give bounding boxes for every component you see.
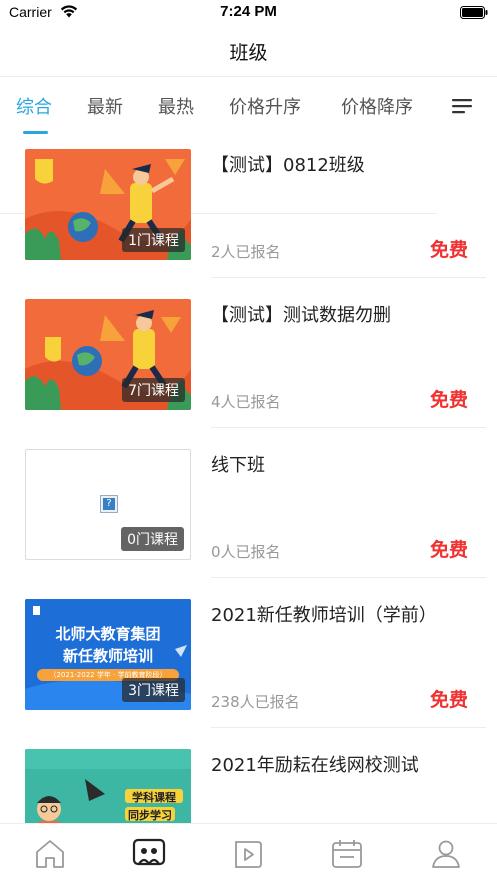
course-count-badge: 1门课程 — [122, 228, 185, 252]
class-list: 1门课程 【测试】0812班级 2人已报名 免费 7门课程 【测试】测试数据勿删… — [0, 137, 497, 823]
battery-icon — [460, 6, 488, 19]
tab-hottest[interactable]: 最热 — [158, 93, 194, 119]
class-card[interactable]: ? 0门课程 线下班 0人已报名 免费 — [0, 437, 497, 587]
item-divider — [211, 727, 486, 728]
class-thumbnail: 学科课程 同步学习 — [25, 749, 191, 823]
home-icon[interactable] — [32, 836, 68, 872]
class-card[interactable]: 学科课程 同步学习 2021年励耘在线网校测试 — [0, 737, 497, 823]
video-icon[interactable] — [230, 836, 266, 872]
class-title: 线下班 — [211, 455, 265, 476]
class-title: 【测试】0812班级 — [211, 155, 365, 176]
sort-tabs: 综合 最新 最热 价格升序 价格降序 — [0, 77, 497, 214]
enrolled-count: 2人已报名 — [211, 243, 281, 261]
tab-comprehensive[interactable]: 综合 — [16, 93, 52, 119]
course-count-badge: 3门课程 — [122, 678, 185, 702]
class-card[interactable]: 1门课程 【测试】0812班级 2人已报名 免费 — [0, 137, 497, 287]
class-card[interactable]: 7门课程 【测试】测试数据勿删 4人已报名 免费 — [0, 287, 497, 437]
calendar-icon[interactable] — [329, 836, 365, 872]
bottom-tab-bar — [0, 823, 497, 883]
tab-price-desc[interactable]: 价格降序 — [341, 93, 413, 119]
price-label: 免费 — [430, 539, 469, 561]
class-thumbnail: ? 0门课程 — [25, 449, 191, 560]
class-thumbnail: 北师大教育集团 新任教师培训 （2021-2022 学年 · 学前教育阶段） 3… — [25, 599, 191, 710]
tab-price-asc[interactable]: 价格升序 — [229, 93, 301, 119]
item-divider — [211, 427, 486, 428]
banner-line1-text: 学科课程 — [132, 791, 176, 804]
enrolled-count: 238人已报名 — [211, 693, 300, 711]
class-icon[interactable] — [131, 836, 167, 872]
class-card[interactable]: 北师大教育集团 新任教师培训 （2021-2022 学年 · 学前教育阶段） 3… — [0, 587, 497, 737]
price-label: 免费 — [430, 689, 469, 711]
broken-image-icon: ? — [100, 495, 118, 513]
price-label: 免费 — [430, 239, 469, 261]
class-thumbnail: 1门课程 — [25, 149, 191, 260]
class-title: 【测试】测试数据勿删 — [211, 305, 391, 326]
enrolled-count: 4人已报名 — [211, 393, 281, 411]
class-thumbnail: 7门课程 — [25, 299, 191, 410]
item-divider — [211, 577, 486, 578]
profile-icon[interactable] — [428, 836, 464, 872]
page-title: 班级 — [229, 42, 268, 64]
status-time: 7:24 PM — [220, 3, 277, 20]
price-label: 免费 — [430, 389, 469, 411]
banner-subtitle-text: 新任教师培训 — [62, 647, 153, 665]
banner-org-text: 北师大教育集团 — [55, 625, 161, 643]
course-count-badge: 0门课程 — [121, 527, 184, 551]
active-tab-indicator — [23, 131, 48, 134]
enrolled-count: 0人已报名 — [211, 543, 281, 561]
course-count-badge: 7门课程 — [122, 378, 185, 402]
item-divider — [211, 277, 486, 278]
filter-menu-icon[interactable] — [450, 96, 474, 116]
tab-newest[interactable]: 最新 — [87, 93, 123, 119]
class-title: 2021年励耘在线网校测试 — [211, 755, 419, 776]
status-bar: Carrier 7:24 PM — [0, 0, 497, 26]
banner-line2-text: 同步学习 — [128, 809, 172, 822]
class-title: 2021新任教师培训（学前） — [211, 605, 437, 626]
